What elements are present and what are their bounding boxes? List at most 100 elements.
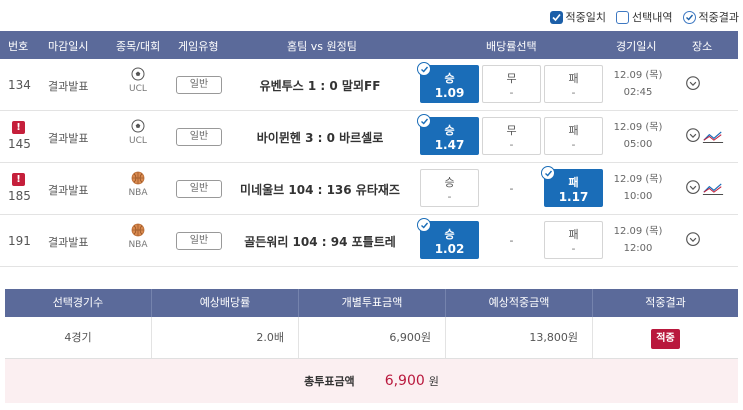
check-circle-icon [541,166,555,180]
deadline-status: 결과발표 [48,184,89,197]
game-table: 번호 마감일시 종목/대회 게임유형 홈팀 vs 원정팀 배당률선택 경기일시 … [0,31,738,267]
match-time: 10:00 [623,191,653,202]
game-type-badge: 일반 [176,232,222,250]
odds-value: - [509,86,514,99]
soccer-ball-icon [131,119,145,133]
odds-button[interactable]: 패 - [544,221,603,259]
odds-button[interactable]: 패 1.17 [541,166,603,207]
basketball-icon [131,171,145,185]
deadline-status: 결과발표 [48,132,89,145]
location-pin-icon[interactable] [684,179,702,200]
odds-value: 1.02 [434,242,465,256]
match-datetime: 12.09 (목) 02:45 [610,67,666,101]
table-row: ! 145 결과발표 UCL 일반 바이뮌헨 3 : 0 바르셀로 승 1.47 무 -패… [0,111,738,163]
location-pin-icon[interactable] [684,127,702,148]
match-date: 12.09 (목) [613,174,663,185]
league-label: UCL [129,136,147,146]
trend-chart-icon[interactable] [702,129,724,147]
odds-button[interactable]: 승 1.47 [417,114,479,155]
location-pin-icon[interactable] [684,231,702,252]
odds-button[interactable]: 승 1.09 [417,62,479,103]
odds-value: - [447,190,452,203]
game-number: 145 [8,137,31,151]
odds-label: 패 [568,124,579,137]
match-result[interactable]: 바이뮌헨 3 : 0 바르셀로 [226,129,414,146]
summary-result-cell: 적중 [593,317,738,358]
col-teams: 홈팀 vs 원정팀 [287,40,357,53]
odds-label: 승 [444,176,455,189]
col-location: 장소 [692,40,713,53]
odds-value: - [509,138,514,151]
match-date: 12.09 (목) [613,226,663,237]
col-match-date: 경기일시 [616,40,657,53]
checkbox-checked-icon[interactable] [549,10,563,24]
odds-value: 1.17 [558,190,589,204]
match-time: 02:45 [623,87,653,98]
sport-league: NBA [126,171,150,198]
col-deadline: 마감일시 [48,40,89,53]
trend-chart-icon[interactable] [702,181,724,199]
match-datetime: 12.09 (목) 12:00 [610,223,666,257]
soccer-ball-icon [131,67,145,81]
col-number: 번호 [8,40,29,53]
deadline-status: 결과발표 [48,80,89,93]
summary-col-result: 적중결과 [645,296,686,309]
league-label: NBA [128,240,148,250]
summary-bet: 6,900원 [299,317,446,358]
check-circle-icon[interactable] [682,10,696,24]
basketball-icon [131,223,145,237]
legend-label: 선택내역 [632,11,673,24]
match-date: 12.09 (목) [613,70,663,81]
location-actions [684,179,732,199]
legend-result[interactable]: 적중결과 [682,9,739,25]
game-type-badge: 일반 [176,128,222,146]
odds-button[interactable]: 승 1.02 [417,218,479,259]
sport-league: NBA [126,223,150,250]
league-label: NBA [128,188,148,198]
odds-value: - [571,86,576,99]
match-result[interactable]: 골든워리 104 : 94 포틀트레 [226,233,414,250]
alert-icon: ! [12,173,25,186]
match-result[interactable]: 미네울브 104 : 136 유타재즈 [226,181,414,198]
check-circle-icon [417,218,431,232]
legend-selection[interactable]: 선택내역 [616,9,673,25]
odds-unavailable: - [509,182,514,195]
summary-header: 선택경기수 예상배당률 개별투표금액 예상적중금액 적중결과 [5,289,738,317]
summary-col-odds: 예상배당률 [152,289,299,317]
odds-label: 패 [568,72,579,85]
summary-col-expected: 예상적중금액 [446,289,593,317]
table-header: 번호 마감일시 종목/대회 게임유형 홈팀 vs 원정팀 배당률선택 경기일시 … [0,31,738,59]
summary-games: 4경기 [5,317,152,358]
match-date: 12.09 (목) [613,122,663,133]
game-type-badge: 일반 [176,76,222,94]
odds-button[interactable]: 승 - [420,169,479,207]
odds-value: - [571,138,576,151]
summary-row: 4경기 2.0배 6,900원 13,800원 적중 [5,317,738,359]
odds-button[interactable]: 무 - [482,117,541,155]
alert-icon: ! [12,121,25,134]
odds-button[interactable]: 패 - [544,65,603,103]
odds-button[interactable]: 패 - [544,117,603,155]
checkbox-empty-icon[interactable] [616,10,630,24]
game-number: 191 [8,234,31,248]
summary-expected: 13,800원 [446,317,593,358]
match-result[interactable]: 유벤투스 1 : 0 말뫼FF [226,77,414,94]
odds-button[interactable]: 무 - [482,65,541,103]
total-label: 총투표금액 [304,375,355,388]
check-circle-icon [417,62,431,76]
location-pin-icon[interactable] [684,75,702,96]
total-value: 6,900 [384,373,425,389]
odds-value: 1.09 [434,86,465,100]
table-row: 134 결과발표 UCL 일반 유벤투스 1 : 0 말뫼FF 승 1.09 무 -패 … [0,59,738,111]
match-time: 12:00 [623,243,653,254]
location-actions [684,75,732,95]
sport-league: UCL [126,119,150,146]
sport-league: UCL [126,67,150,94]
legend-label: 적중결과 [698,11,739,24]
bet-summary: 선택경기수 예상배당률 개별투표금액 예상적중금액 적중결과 4경기 2.0배 … [5,289,738,403]
legend-match[interactable]: 적중일치 [549,9,606,25]
odds-unavailable: - [509,234,514,247]
game-type-badge: 일반 [176,180,222,198]
deadline-status: 결과발표 [48,236,89,249]
table-row: 191 결과발표 NBA 일반 골든워리 104 : 94 포틀트레 승 1.02 - 패… [0,215,738,267]
